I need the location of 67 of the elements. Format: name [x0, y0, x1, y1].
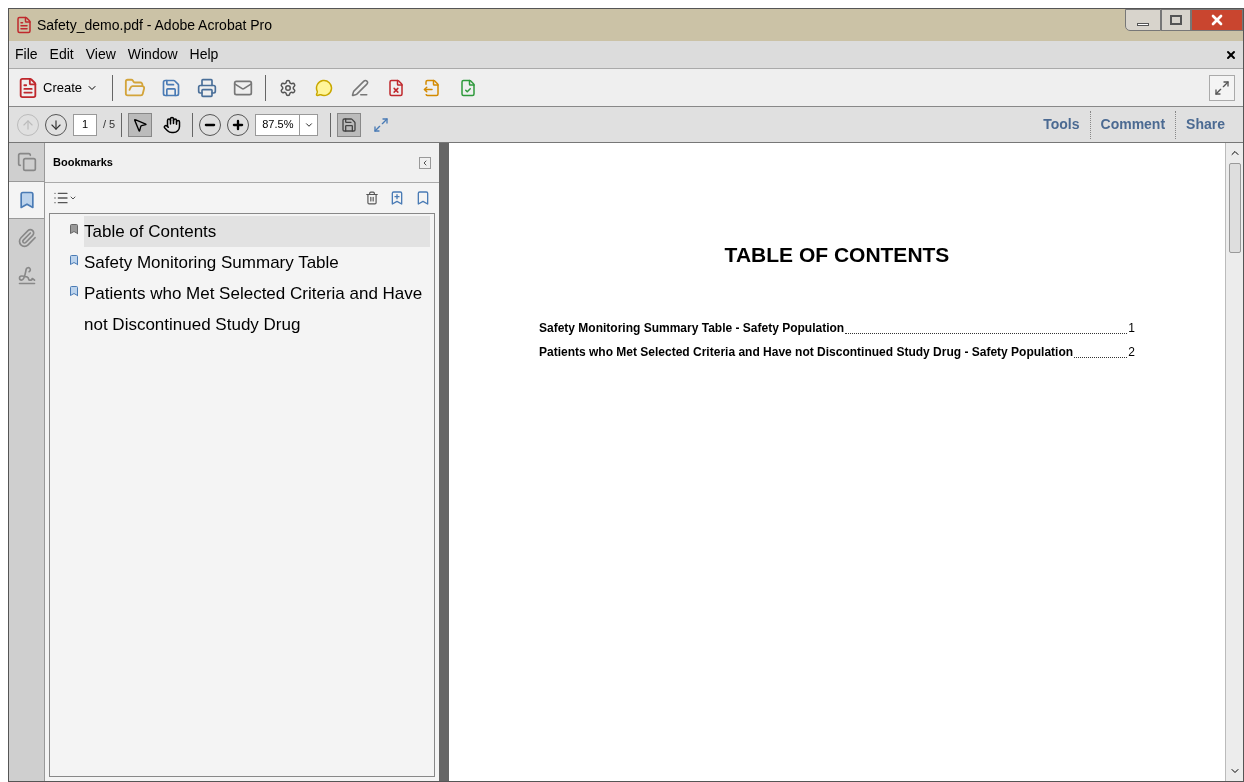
- task-tab[interactable]: Comment: [1089, 110, 1176, 139]
- maximize-button[interactable]: [1161, 9, 1191, 31]
- file-check-icon: [459, 78, 478, 97]
- zoom-value: 87.5%: [261, 117, 295, 133]
- bookmark-item[interactable]: Patients who Met Selected Criteria and Have not Discontinued Study Drug: [84, 278, 430, 340]
- bookmarks-panel-button[interactable]: [9, 181, 44, 219]
- menu-item[interactable]: View: [85, 44, 116, 65]
- signature-icon: [16, 266, 37, 286]
- caret-icon: [69, 194, 77, 202]
- task-tab[interactable]: Tools: [1033, 110, 1090, 139]
- close-icon[interactable]: [1225, 48, 1237, 61]
- document-icon: [17, 76, 39, 99]
- window-title: Safety_demo.pdf - Adobe Acrobat Pro: [37, 15, 273, 35]
- menu-item[interactable]: Help: [189, 44, 219, 65]
- pen-icon: [351, 78, 370, 97]
- arrow-up-icon: [21, 117, 35, 132]
- chevron-left-icon: [421, 158, 429, 167]
- create-button[interactable]: Create: [17, 76, 105, 99]
- task-tab[interactable]: Share: [1175, 110, 1235, 139]
- printer-icon: [197, 77, 218, 98]
- file-x-icon: [387, 78, 406, 97]
- folder-icon: [124, 76, 147, 99]
- toc-page-number: 2: [1128, 343, 1135, 361]
- toc-entry[interactable]: Patients who Met Selected Criteria and Have not Discontinued Study Drug - Safety Population: [539, 342, 1074, 361]
- new-bookmark-icon[interactable]: [389, 190, 405, 206]
- scroll-thumb[interactable]: [1228, 163, 1241, 253]
- pages-icon: [16, 152, 37, 172]
- page-total: / 5: [103, 117, 116, 133]
- bookmark-icon: [68, 284, 80, 298]
- file-arrow-icon: [423, 78, 442, 97]
- zoom-field[interactable]: 87.5%: [255, 113, 319, 136]
- pointer-icon: [132, 116, 149, 133]
- minimize-button[interactable]: [1125, 9, 1161, 31]
- close-button[interactable]: [1191, 9, 1243, 31]
- bookmark-icon: [68, 222, 80, 236]
- menu-item[interactable]: Edit: [49, 44, 74, 65]
- bookmark-item[interactable]: Table of Contents: [84, 216, 430, 247]
- close-icon: [1209, 12, 1225, 28]
- speech-bubble-icon: [315, 78, 334, 97]
- select-tool-button[interactable]: [128, 112, 153, 137]
- bookmark-item[interactable]: Safety Monitoring Summary Table: [84, 247, 430, 278]
- fit-width-button[interactable]: [337, 112, 362, 137]
- bookmark-icon[interactable]: [415, 190, 431, 206]
- toc-entry[interactable]: Safety Monitoring Summary Table - Safety Population: [539, 318, 845, 337]
- expand-icon: [1214, 79, 1230, 96]
- expand-button[interactable]: [1209, 74, 1235, 101]
- options-button[interactable]: [53, 190, 77, 206]
- document-heading: TABLE OF CONTENTS: [724, 242, 950, 268]
- plus-icon: [231, 117, 246, 132]
- bookmark-icon: [68, 253, 80, 267]
- list-icon: [53, 190, 69, 206]
- fit-page-icon: [373, 116, 390, 133]
- settings-icon: [279, 78, 298, 97]
- menu-item[interactable]: File: [15, 44, 38, 65]
- page-number-field[interactable]: 1: [73, 113, 97, 136]
- maximize-icon: [1170, 15, 1182, 25]
- pdf-file-icon: [15, 16, 33, 34]
- delete-icon[interactable]: [365, 191, 379, 205]
- toc-page-number: 1: [1128, 319, 1135, 337]
- collapse-panel-button[interactable]: [419, 156, 431, 169]
- panel-title: Bookmarks: [53, 155, 113, 171]
- hand-icon: [163, 115, 182, 134]
- scrollbar[interactable]: [1225, 143, 1243, 781]
- paperclip-icon: [16, 228, 37, 248]
- arrow-down-icon: [49, 117, 63, 132]
- menu-item[interactable]: Window: [127, 44, 178, 65]
- minimize-icon: [1137, 23, 1149, 26]
